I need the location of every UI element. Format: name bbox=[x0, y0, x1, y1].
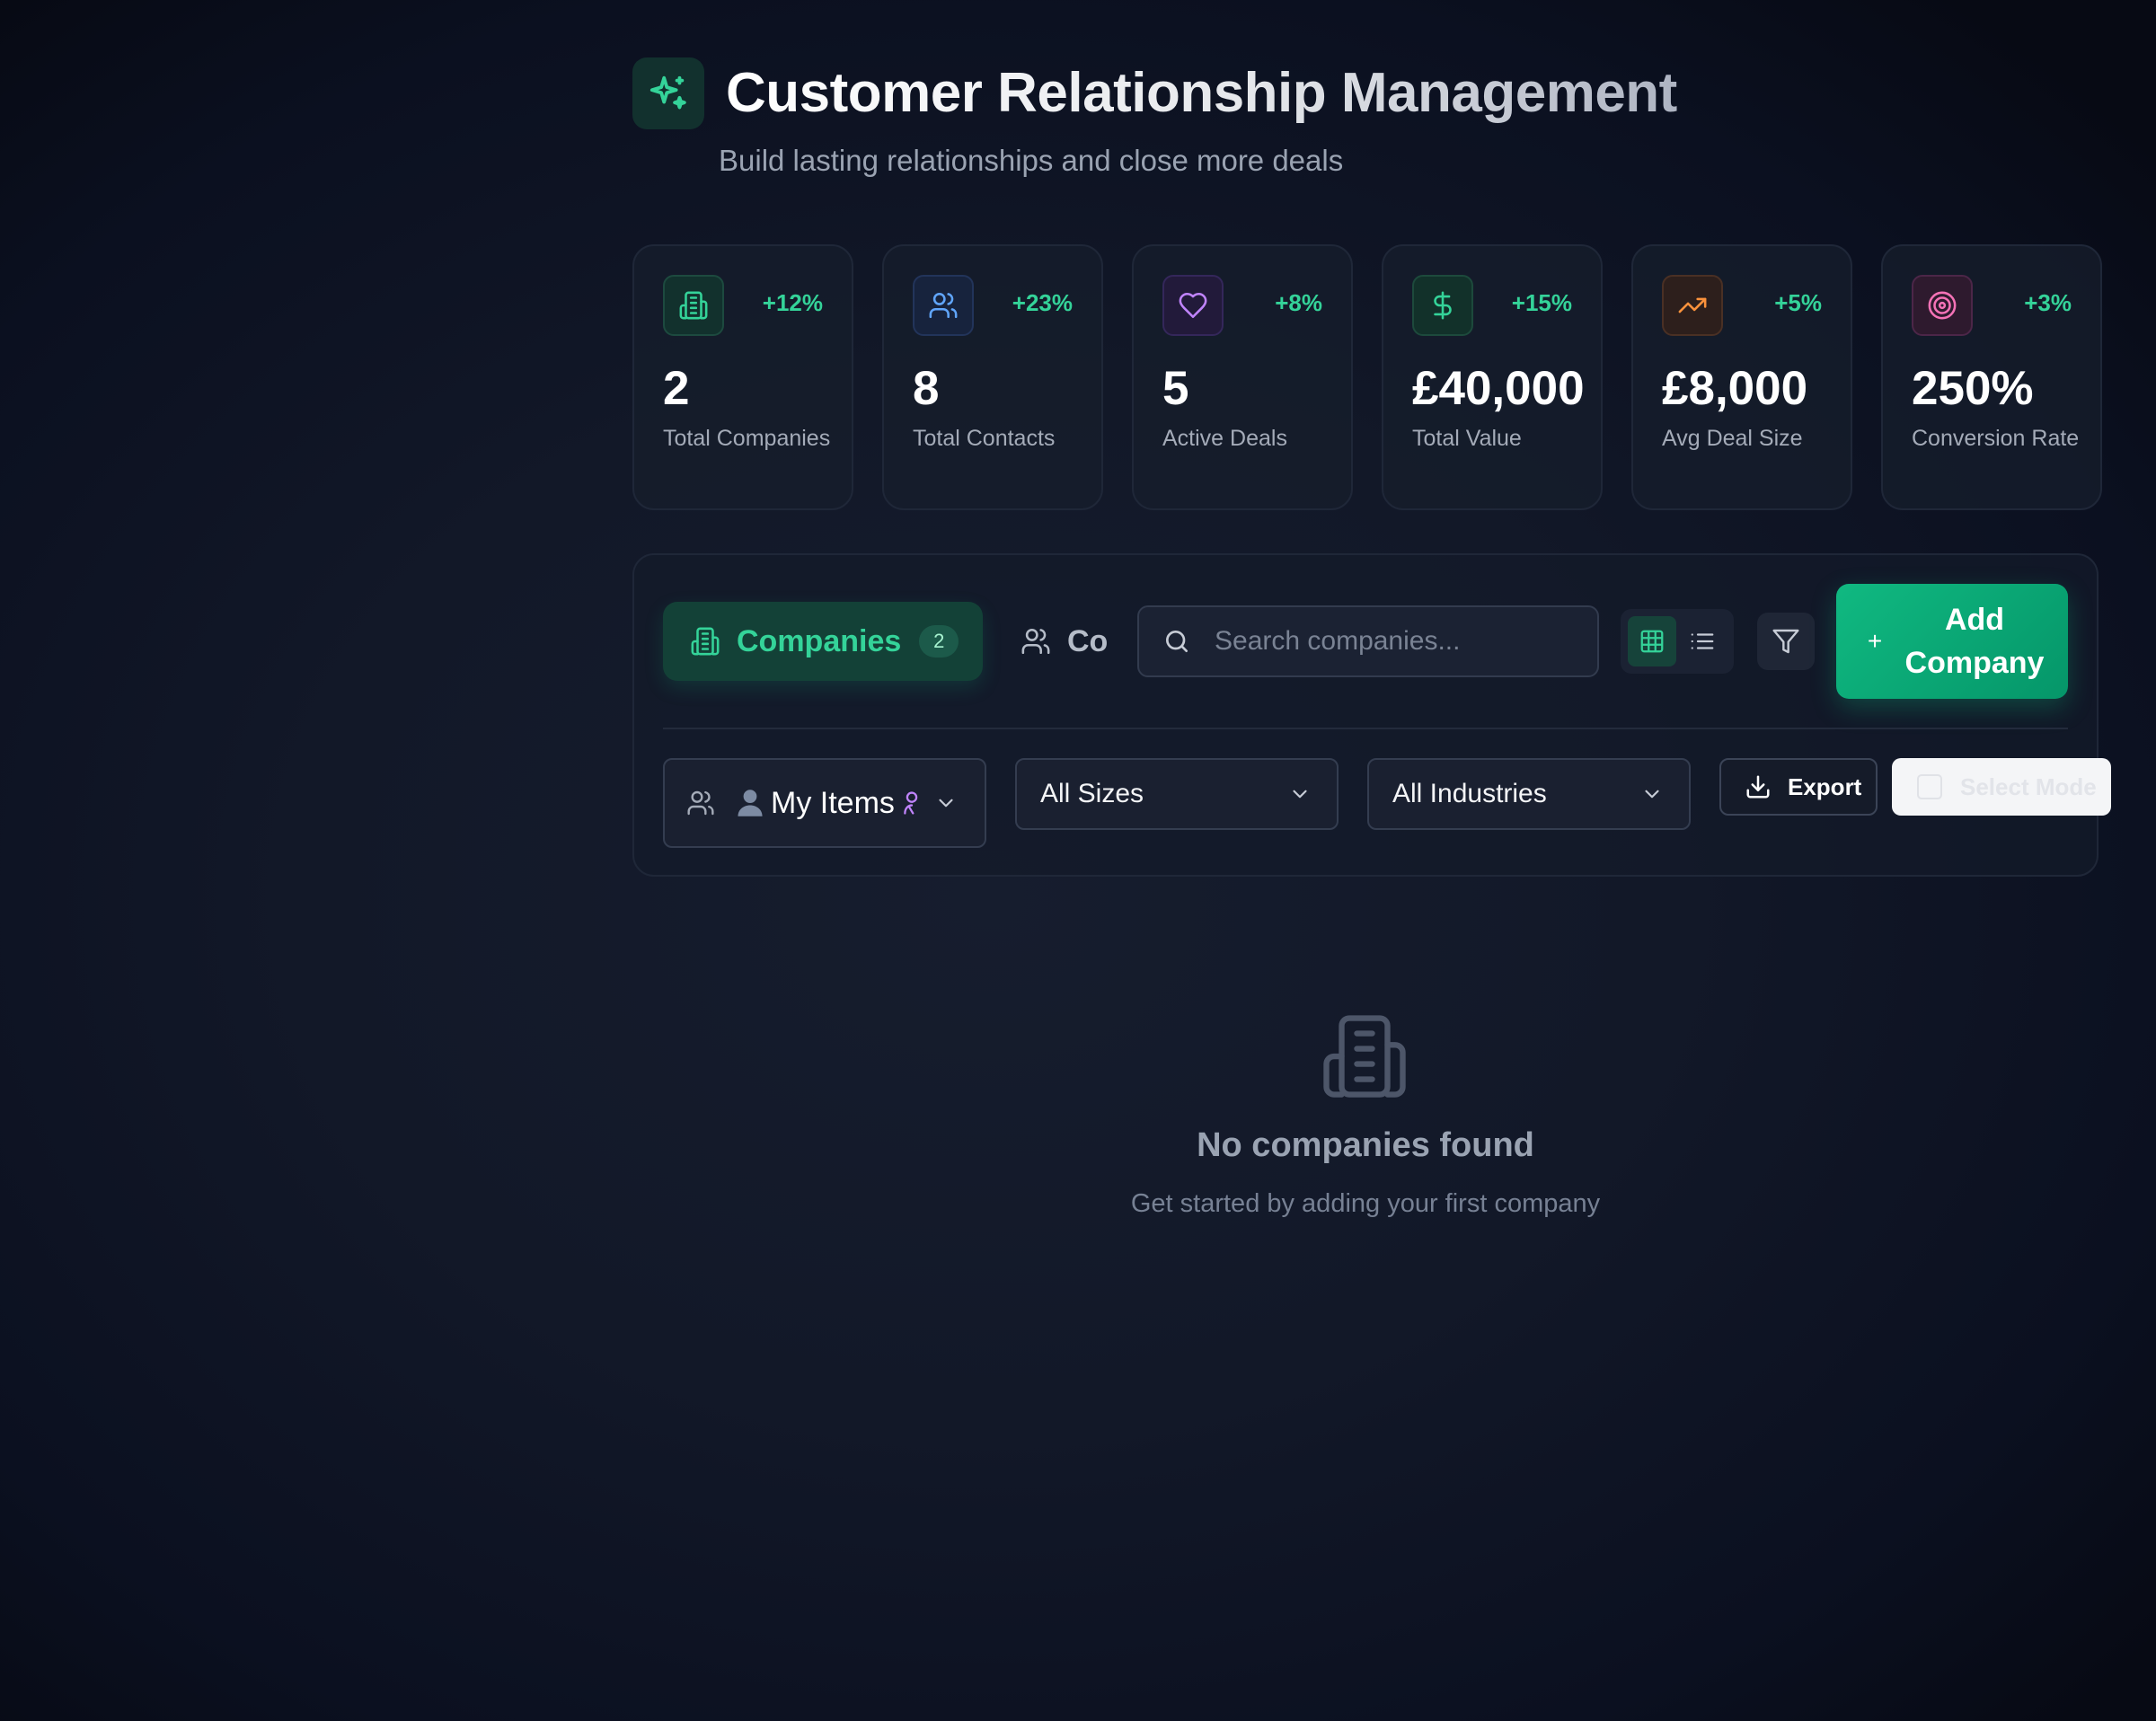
stat-card-total-companies: +12% 2 Total Companies bbox=[632, 244, 853, 510]
export-label: Export bbox=[1788, 772, 1862, 800]
page-subtitle: Build lasting relationships and close mo… bbox=[719, 144, 1344, 177]
stat-value: 2 bbox=[663, 362, 690, 415]
stat-label: Total Value bbox=[1412, 426, 1522, 451]
app-logo bbox=[632, 57, 704, 129]
chevron-down-icon bbox=[934, 791, 958, 815]
owner-filter-select[interactable]: My Items bbox=[663, 758, 986, 848]
stat-label: Conversion Rate bbox=[1912, 426, 2080, 451]
stat-label: Avg Deal Size bbox=[1662, 426, 1803, 451]
stat-card-total-contacts: +23% 8 Total Contacts bbox=[882, 244, 1103, 510]
building-icon bbox=[690, 626, 720, 657]
page-title: Customer Relationship Management bbox=[726, 56, 1677, 131]
select-mode-button[interactable]: Select Mode bbox=[1892, 758, 2111, 816]
trending-up-icon bbox=[1662, 275, 1723, 336]
filter-icon bbox=[1772, 629, 1799, 654]
search-input[interactable] bbox=[1213, 625, 1594, 658]
add-company-label: Add Company bbox=[1904, 603, 2045, 680]
tab-contacts[interactable]: Co bbox=[1021, 605, 1108, 677]
grid-icon bbox=[1640, 630, 1664, 653]
industry-filter-label: All Industries bbox=[1392, 779, 1547, 808]
building-icon bbox=[1319, 1010, 1410, 1103]
stat-value: £8,000 bbox=[1662, 362, 1808, 415]
stat-label: Total Companies bbox=[663, 426, 831, 451]
empty-state-subtitle: Get started by adding your first company bbox=[1130, 1189, 1601, 1218]
users-icon bbox=[913, 275, 974, 336]
search-icon bbox=[1162, 627, 1191, 656]
stat-card-total-value: +15% £40,000 Total Value bbox=[1382, 244, 1603, 510]
filter-button[interactable] bbox=[1757, 613, 1815, 670]
toolbar-divider bbox=[663, 728, 2068, 729]
target-icon bbox=[1912, 275, 1973, 336]
stat-card-active-deals: +8% 5 Active Deals bbox=[1132, 244, 1353, 510]
stat-value: £40,000 bbox=[1412, 362, 1585, 415]
list-icon bbox=[1691, 633, 1714, 649]
chevron-down-icon bbox=[1640, 782, 1664, 806]
stat-change: +12% bbox=[762, 289, 823, 316]
chevron-down-icon bbox=[1288, 782, 1312, 806]
tab-count-badge: 2 bbox=[919, 625, 959, 658]
stat-card-avg-deal-size: +5% £8,000 Avg Deal Size bbox=[1631, 244, 1852, 510]
tab-label: Companies bbox=[737, 623, 902, 658]
stat-value: 8 bbox=[913, 362, 940, 415]
download-icon bbox=[1745, 773, 1772, 800]
user-badge-icon bbox=[902, 790, 922, 816]
sparkles-icon bbox=[649, 75, 686, 110]
stat-change: +23% bbox=[1012, 289, 1073, 316]
checkbox-icon bbox=[1917, 774, 1942, 799]
stat-change: +3% bbox=[2024, 289, 2072, 316]
stat-value: 250% bbox=[1912, 362, 2034, 415]
list-view-button[interactable] bbox=[1678, 616, 1727, 666]
select-mode-label: Select Mode bbox=[1960, 772, 2097, 800]
grid-view-button[interactable] bbox=[1628, 616, 1676, 666]
users-icon bbox=[686, 789, 715, 817]
stat-value: 5 bbox=[1162, 362, 1189, 415]
size-filter-label: All Sizes bbox=[1040, 779, 1144, 808]
empty-state-title: No companies found bbox=[1197, 1126, 1534, 1164]
plus-icon: + bbox=[1867, 627, 1883, 655]
heart-icon bbox=[1162, 275, 1224, 336]
industry-filter-select[interactable]: All Industries bbox=[1367, 758, 1691, 830]
stat-label: Total Contacts bbox=[913, 426, 1056, 451]
stat-change: +8% bbox=[1275, 289, 1322, 316]
search-field[interactable] bbox=[1137, 605, 1599, 677]
owner-filter-label: My Items bbox=[771, 785, 895, 820]
export-button[interactable]: Export bbox=[1719, 758, 1878, 816]
stat-change: +5% bbox=[1774, 289, 1822, 316]
stat-change: +15% bbox=[1511, 289, 1572, 316]
stat-card-conversion-rate: +3% 250% Conversion Rate bbox=[1881, 244, 2102, 510]
dollar-icon bbox=[1412, 275, 1473, 336]
tab-companies[interactable]: Companies 2 bbox=[663, 602, 983, 681]
person-icon bbox=[737, 789, 764, 817]
size-filter-select[interactable]: All Sizes bbox=[1015, 758, 1339, 830]
tab-label: Co bbox=[1067, 623, 1109, 658]
building-icon bbox=[663, 275, 724, 336]
stat-label: Active Deals bbox=[1162, 426, 1287, 451]
add-company-button[interactable]: + Add Company bbox=[1836, 584, 2068, 699]
users-icon bbox=[1021, 626, 1051, 657]
